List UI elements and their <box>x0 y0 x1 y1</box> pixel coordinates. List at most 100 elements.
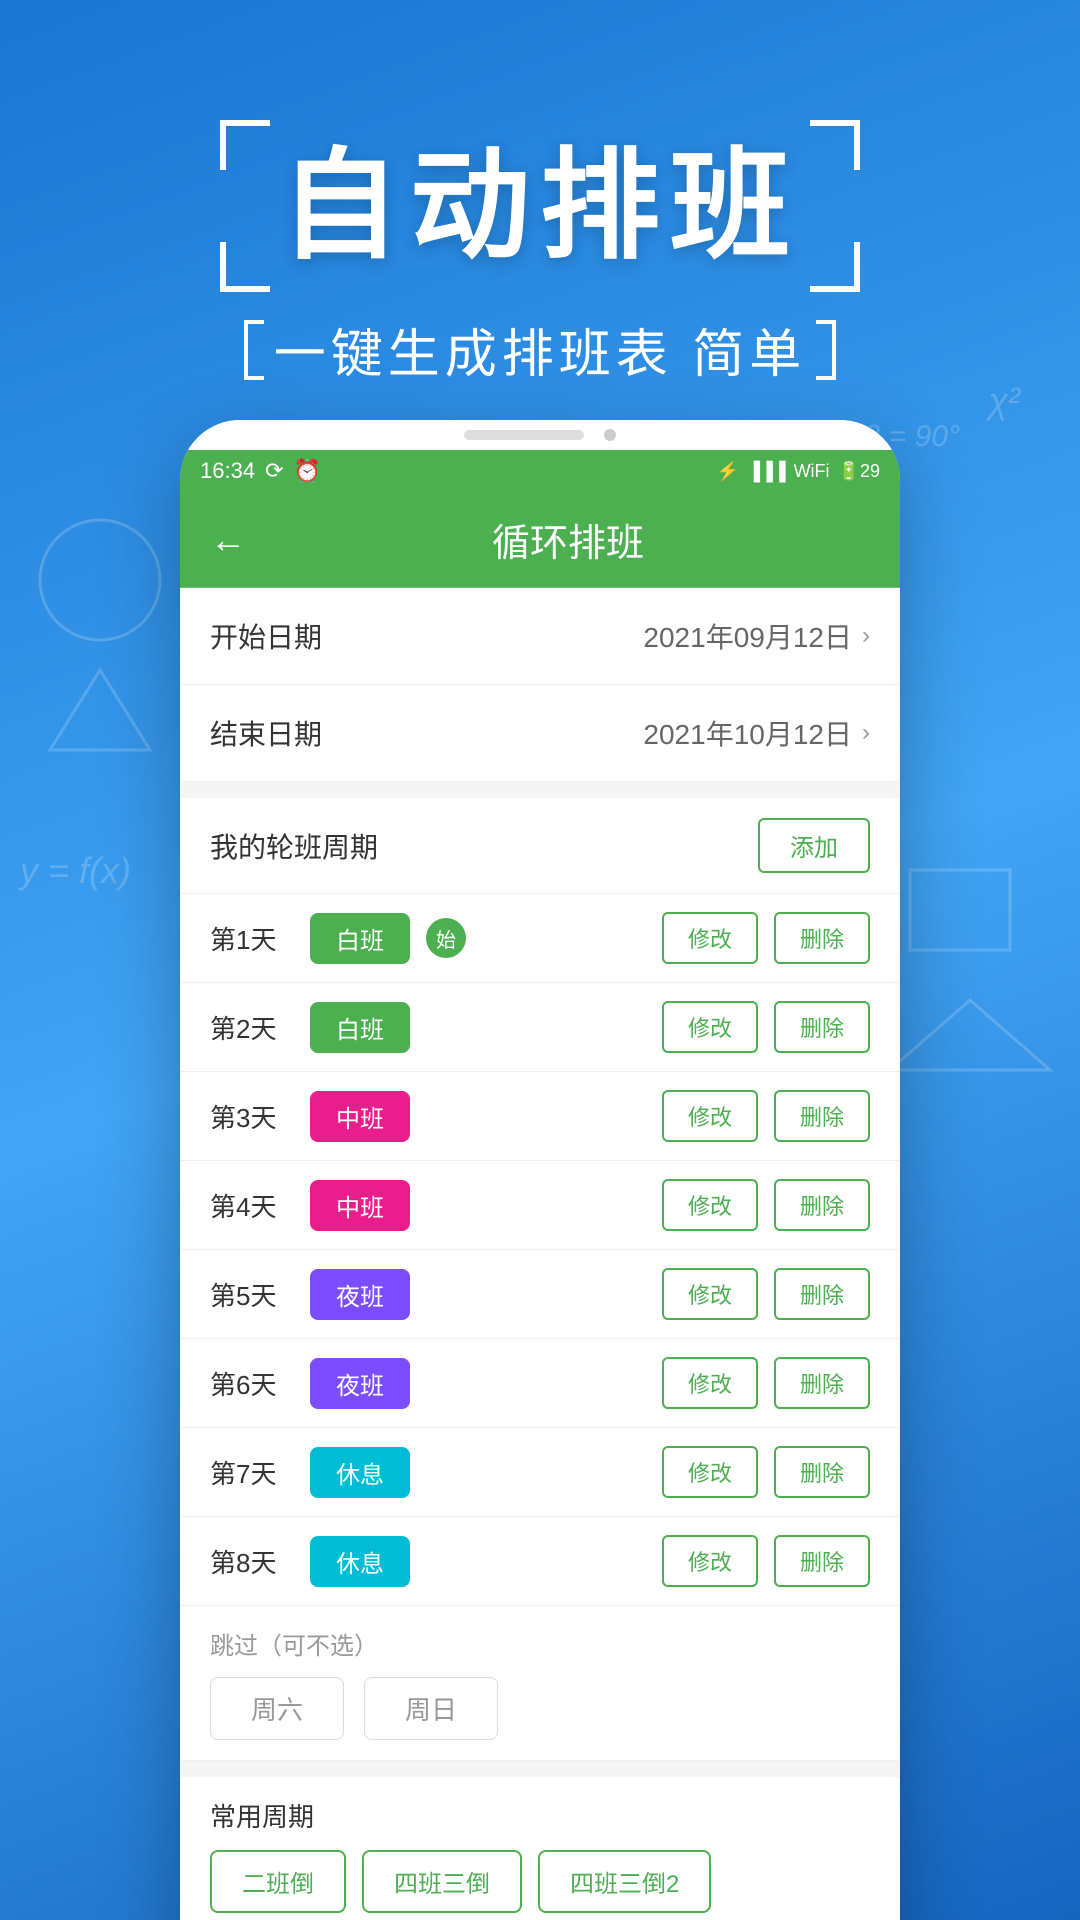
common-label: 常用周期 <box>210 1797 870 1834</box>
bracket-bl <box>220 242 270 292</box>
day-3-modify-button[interactable]: 修改 <box>662 1090 758 1142</box>
bracket-tl <box>220 120 270 170</box>
add-cycle-button[interactable]: 添加 <box>758 818 870 873</box>
skip-saturday-button[interactable]: 周六 <box>210 1677 344 1740</box>
status-alarm-icon: ⏰ <box>294 458 321 484</box>
day-1-shift: 白班 <box>310 913 410 964</box>
cycle-header: 我的轮班周期 添加 <box>180 798 900 894</box>
background: χ² α + β = 90° y = f(x) 自动排班 一键生成排班表 简单 <box>0 0 1080 1920</box>
day-1-start-badge: 始 <box>426 918 466 958</box>
day-2-delete-button[interactable]: 删除 <box>774 1001 870 1053</box>
day-row-8: 第8天 休息 修改 删除 <box>180 1517 900 1606</box>
day-row-7: 第7天 休息 修改 删除 <box>180 1428 900 1517</box>
cycle-header-label: 我的轮班周期 <box>210 826 378 866</box>
phone-mockup: 16:34 ⟳ ⏰ ⚡ ▐▐▐ WiFi 🔋29 ← 循环排班 开始日期 2 <box>180 420 900 1920</box>
day-row-4: 第4天 中班 修改 删除 <box>180 1161 900 1250</box>
day-5-label: 第5天 <box>210 1276 310 1313</box>
common-option-2[interactable]: 四班三倒 <box>362 1850 522 1913</box>
common-option-3[interactable]: 四班三倒2 <box>538 1850 711 1913</box>
skip-options: 周六 周日 <box>210 1677 870 1740</box>
day-1-actions: 修改 删除 <box>662 912 870 964</box>
day-1-delete-button[interactable]: 删除 <box>774 912 870 964</box>
bracket-tr <box>810 120 860 170</box>
end-date-value: 2021年10月12日 › <box>643 713 870 753</box>
section-divider-1 <box>180 782 900 798</box>
day-4-modify-button[interactable]: 修改 <box>662 1179 758 1231</box>
day-row-2: 第2天 白班 修改 删除 <box>180 983 900 1072</box>
status-time: 16:34 <box>200 458 255 484</box>
phone-speaker <box>464 430 584 440</box>
sub-title: 一键生成排班表 简单 <box>274 312 806 387</box>
battery-indicator: 🔋29 <box>838 461 880 482</box>
day-5-shift: 夜班 <box>310 1269 410 1320</box>
day-row-1: 第1天 白班 始 修改 删除 <box>180 894 900 983</box>
day-6-actions: 修改 删除 <box>662 1357 870 1409</box>
sub-bracket-r <box>816 320 836 380</box>
day-4-shift: 中班 <box>310 1180 410 1231</box>
sub-bracket-l <box>244 320 264 380</box>
section-divider-2 <box>180 1761 900 1777</box>
day-5-delete-button[interactable]: 删除 <box>774 1268 870 1320</box>
common-option-1[interactable]: 二班倒 <box>210 1850 346 1913</box>
signal-icon: ▐▐▐ <box>747 461 785 482</box>
day-2-modify-button[interactable]: 修改 <box>662 1001 758 1053</box>
end-date-text: 2021年10月12日 <box>643 713 852 753</box>
start-date-row[interactable]: 开始日期 2021年09月12日 › <box>180 588 900 685</box>
day-2-actions: 修改 删除 <box>662 1001 870 1053</box>
day-4-actions: 修改 删除 <box>662 1179 870 1231</box>
day-8-shift: 休息 <box>310 1536 410 1587</box>
app-bar: ← 循环排班 <box>180 492 900 588</box>
skip-section: 跳过（可不选） 周六 周日 <box>180 1606 900 1761</box>
common-options: 二班倒 四班三倒 四班三倒2 二班倒2 <box>210 1850 870 1920</box>
back-button[interactable]: ← <box>210 519 246 561</box>
phone-top-bar <box>180 420 900 450</box>
day-8-modify-button[interactable]: 修改 <box>662 1535 758 1587</box>
day-4-label: 第4天 <box>210 1187 310 1224</box>
day-7-actions: 修改 删除 <box>662 1446 870 1498</box>
status-sync-icon: ⟳ <box>265 458 283 484</box>
main-title: 自动排班 <box>280 140 800 272</box>
deco-formula-3: y = f(x) <box>20 850 131 892</box>
day-2-shift: 白班 <box>310 1002 410 1053</box>
day-7-delete-button[interactable]: 删除 <box>774 1446 870 1498</box>
skip-sunday-button[interactable]: 周日 <box>364 1677 498 1740</box>
end-date-row[interactable]: 结束日期 2021年10月12日 › <box>180 685 900 782</box>
skip-label: 跳过（可不选） <box>210 1626 870 1661</box>
bracket-br <box>810 242 860 292</box>
common-section: 常用周期 二班倒 四班三倒 四班三倒2 二班倒2 <box>180 1777 900 1920</box>
day-3-actions: 修改 删除 <box>662 1090 870 1142</box>
day-2-label: 第2天 <box>210 1009 310 1046</box>
status-right: ⚡ ▐▐▐ WiFi 🔋29 <box>717 461 880 482</box>
end-date-chevron: › <box>862 719 870 747</box>
day-row-5: 第5天 夜班 修改 删除 <box>180 1250 900 1339</box>
day-row-3: 第3天 中班 修改 删除 <box>180 1072 900 1161</box>
day-3-delete-button[interactable]: 删除 <box>774 1090 870 1142</box>
bluetooth-icon: ⚡ <box>717 461 739 482</box>
day-7-modify-button[interactable]: 修改 <box>662 1446 758 1498</box>
deco-shapes-right <box>890 850 1070 1100</box>
app-bar-title: 循环排班 <box>266 512 870 567</box>
day-1-modify-button[interactable]: 修改 <box>662 912 758 964</box>
day-row-6: 第6天 夜班 修改 删除 <box>180 1339 900 1428</box>
start-date-text: 2021年09月12日 <box>643 616 852 656</box>
wifi-icon: WiFi <box>794 461 830 482</box>
day-5-modify-button[interactable]: 修改 <box>662 1268 758 1320</box>
day-6-delete-button[interactable]: 删除 <box>774 1357 870 1409</box>
day-8-delete-button[interactable]: 删除 <box>774 1535 870 1587</box>
day-4-delete-button[interactable]: 删除 <box>774 1179 870 1231</box>
status-bar: 16:34 ⟳ ⏰ ⚡ ▐▐▐ WiFi 🔋29 <box>180 450 900 492</box>
content-area: 开始日期 2021年09月12日 › 结束日期 2021年10月12日 › 我的… <box>180 588 900 1920</box>
end-date-label: 结束日期 <box>210 713 322 753</box>
phone-camera <box>604 429 616 441</box>
day-6-label: 第6天 <box>210 1365 310 1402</box>
start-date-label: 开始日期 <box>210 616 322 656</box>
status-left: 16:34 ⟳ ⏰ <box>200 458 321 484</box>
day-8-label: 第8天 <box>210 1543 310 1580</box>
day-6-shift: 夜班 <box>310 1358 410 1409</box>
day-3-shift: 中班 <box>310 1091 410 1142</box>
hero-section: 自动排班 一键生成排班表 简单 <box>0 120 1080 387</box>
day-7-label: 第7天 <box>210 1454 310 1491</box>
bracket-container: 自动排班 <box>220 120 860 292</box>
day-7-shift: 休息 <box>310 1447 410 1498</box>
day-6-modify-button[interactable]: 修改 <box>662 1357 758 1409</box>
